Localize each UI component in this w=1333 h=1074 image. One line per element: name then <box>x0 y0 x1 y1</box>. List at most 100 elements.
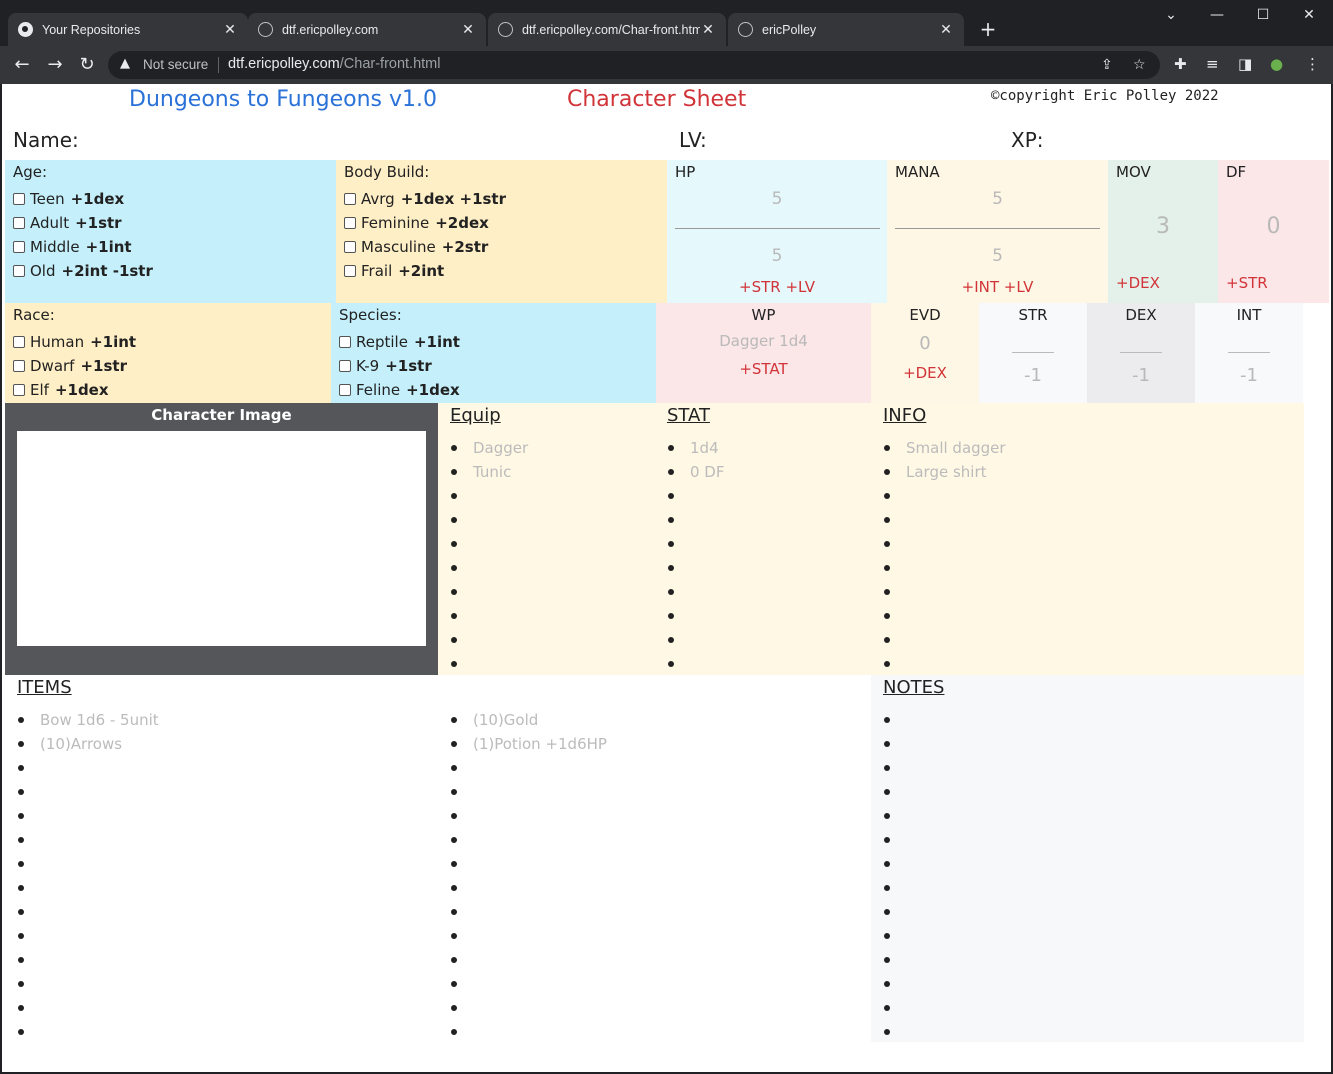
int-value[interactable]: -1 <box>1195 365 1303 386</box>
list-item[interactable] <box>883 756 1283 780</box>
close-icon[interactable]: ✕ <box>460 22 476 38</box>
species-option-k9[interactable]: K-9 +1str <box>339 354 648 378</box>
list-item[interactable] <box>450 996 850 1020</box>
build-option-feminine[interactable]: Feminine +2dex <box>344 211 659 235</box>
share-icon[interactable]: ⇪ <box>1101 57 1113 73</box>
list-item[interactable] <box>17 924 417 948</box>
hp-max[interactable]: 5 <box>667 246 887 266</box>
list-item[interactable] <box>883 948 1283 972</box>
dex-value[interactable]: -1 <box>1087 365 1195 386</box>
list-item[interactable]: Bow 1d6 - 5unit <box>17 708 417 732</box>
list-item[interactable] <box>883 708 1283 732</box>
list-item[interactable] <box>450 804 850 828</box>
tab-your-repositories[interactable]: Your Repositories ✕ <box>8 13 248 46</box>
list-item[interactable] <box>883 1020 1283 1044</box>
list-item[interactable] <box>667 604 867 628</box>
list-item[interactable] <box>450 580 650 604</box>
list-item[interactable] <box>883 924 1283 948</box>
list-item[interactable] <box>883 556 1283 580</box>
mana-current[interactable]: 5 <box>887 189 1108 209</box>
list-item[interactable] <box>17 876 417 900</box>
race-option-elf[interactable]: Elf +1dex <box>13 378 323 402</box>
age-option-adult[interactable]: Adult +1str <box>13 211 328 235</box>
build-option-avrg[interactable]: Avrg +1dex +1str <box>344 187 659 211</box>
list-item[interactable] <box>17 996 417 1020</box>
list-item[interactable] <box>17 756 417 780</box>
list-item[interactable] <box>667 556 867 580</box>
character-image-frame[interactable] <box>17 431 426 646</box>
list-item[interactable] <box>883 996 1283 1020</box>
list-item[interactable] <box>17 900 417 924</box>
checkbox[interactable] <box>344 217 356 229</box>
reading-list-icon[interactable]: ≡ <box>1206 55 1219 73</box>
list-item[interactable] <box>667 580 867 604</box>
checkbox[interactable] <box>344 265 356 277</box>
list-item[interactable] <box>883 628 1283 652</box>
list-item[interactable] <box>667 652 867 676</box>
checkbox[interactable] <box>13 217 25 229</box>
list-item[interactable] <box>450 484 650 508</box>
close-icon[interactable]: ✕ <box>700 22 716 38</box>
list-item[interactable] <box>450 900 850 924</box>
list-item[interactable]: (10)Arrows <box>17 732 417 756</box>
checkbox[interactable] <box>339 384 351 396</box>
build-option-frail[interactable]: Frail +2int <box>344 259 659 283</box>
mana-max[interactable]: 5 <box>887 246 1108 266</box>
hp-current[interactable]: 5 <box>667 189 887 209</box>
new-tab-icon[interactable]: + <box>976 17 1000 41</box>
wp-value[interactable]: Dagger 1d4 <box>656 332 871 350</box>
list-item[interactable] <box>450 948 850 972</box>
list-item[interactable] <box>450 876 850 900</box>
bookmark-star-icon[interactable]: ☆ <box>1133 57 1146 73</box>
extensions-icon[interactable]: ✚ <box>1174 55 1187 73</box>
list-item[interactable]: Dagger <box>450 436 650 460</box>
list-item[interactable] <box>883 828 1283 852</box>
forward-icon[interactable]: → <box>42 52 68 78</box>
list-item[interactable] <box>450 556 650 580</box>
list-item[interactable] <box>883 508 1283 532</box>
profile-avatar[interactable]: ● <box>1270 55 1283 73</box>
list-item[interactable] <box>883 780 1283 804</box>
menu-icon[interactable]: ⋮ <box>1305 55 1320 73</box>
list-item[interactable] <box>17 972 417 996</box>
list-item[interactable]: (1)Potion +1d6HP <box>450 732 850 756</box>
close-window-icon[interactable]: ✕ <box>1286 0 1332 30</box>
race-option-dwarf[interactable]: Dwarf +1str <box>13 354 323 378</box>
list-item[interactable] <box>17 828 417 852</box>
list-item[interactable] <box>450 780 850 804</box>
tab-dtf-home[interactable]: dtf.ericpolley.com ✕ <box>248 13 486 46</box>
str-value[interactable]: -1 <box>979 365 1087 386</box>
reload-icon[interactable]: ↻ <box>74 52 100 78</box>
list-item[interactable] <box>667 508 867 532</box>
checkbox[interactable] <box>13 384 25 396</box>
list-item[interactable] <box>450 532 650 556</box>
close-icon[interactable]: ✕ <box>222 22 238 38</box>
list-item[interactable] <box>17 852 417 876</box>
address-bar[interactable]: ▲ Not secure dtf.ericpolley.com/Char-fro… <box>108 51 1160 79</box>
list-item[interactable] <box>883 532 1283 556</box>
list-item[interactable] <box>450 652 650 676</box>
species-option-reptile[interactable]: Reptile +1int <box>339 330 648 354</box>
list-item[interactable] <box>450 756 850 780</box>
maximize-icon[interactable]: ☐ <box>1240 0 1286 30</box>
list-item[interactable] <box>17 948 417 972</box>
age-option-old[interactable]: Old +2int -1str <box>13 259 328 283</box>
back-icon[interactable]: ← <box>9 52 35 78</box>
tab-ericpolley[interactable]: ericPolley ✕ <box>728 13 964 46</box>
mov-value[interactable]: 3 <box>1108 214 1218 239</box>
list-item[interactable] <box>450 1020 850 1044</box>
list-item[interactable] <box>450 924 850 948</box>
list-item[interactable] <box>883 604 1283 628</box>
checkbox[interactable] <box>344 193 356 205</box>
checkbox[interactable] <box>344 241 356 253</box>
minimize-icon[interactable]: — <box>1194 0 1240 30</box>
list-item[interactable] <box>883 580 1283 604</box>
list-item[interactable] <box>883 652 1283 676</box>
df-value[interactable]: 0 <box>1218 214 1329 239</box>
list-item[interactable] <box>883 804 1283 828</box>
url-text[interactable]: dtf.ericpolley.com/Char-front.html <box>228 56 440 72</box>
list-item[interactable] <box>450 972 850 996</box>
checkbox[interactable] <box>339 336 351 348</box>
species-option-feline[interactable]: Feline +1dex <box>339 378 648 402</box>
close-icon[interactable]: ✕ <box>938 22 954 38</box>
